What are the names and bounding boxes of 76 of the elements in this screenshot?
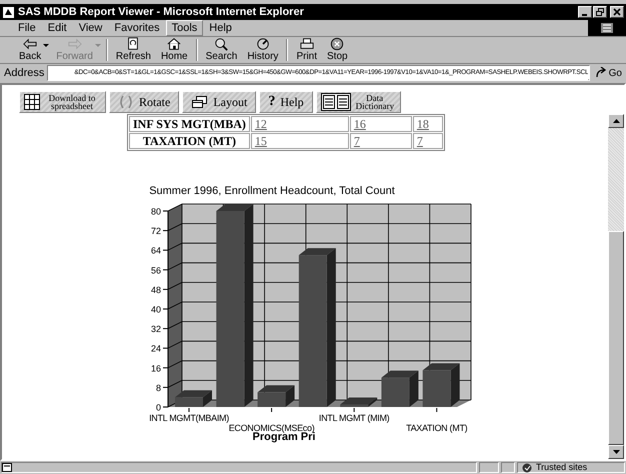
home-button[interactable]: Home (156, 37, 193, 63)
y-tick-label: 48 (150, 284, 161, 295)
y-tick-label: 64 (150, 246, 161, 256)
menu-item[interactable]: View (72, 20, 108, 36)
bar (381, 378, 410, 407)
rotate-button[interactable]: Rotate (109, 90, 180, 112)
check-icon (522, 462, 532, 472)
restore-button[interactable] (593, 6, 607, 18)
menu-item[interactable]: Edit (42, 20, 73, 36)
grid-icon (24, 94, 40, 110)
forward-arrow-icon (66, 37, 84, 51)
y-tick-label: 80 (150, 206, 161, 216)
printer-icon (298, 37, 316, 51)
print-button[interactable]: Print (291, 37, 322, 63)
back-button[interactable]: Back (14, 37, 46, 63)
spreadsheet-button[interactable]: Download to spreadsheet (19, 90, 106, 112)
y-tick-label: 0 (156, 402, 161, 412)
value-link[interactable]: 15 (254, 134, 267, 148)
book-icon (320, 92, 351, 110)
scroll-down-icon[interactable] (612, 450, 620, 454)
x-tick (436, 408, 438, 412)
menu-item[interactable]: Favorites (108, 20, 166, 36)
y-tick-label: 56 (150, 265, 161, 276)
menu-item[interactable]: Tools (166, 20, 204, 36)
x-tick (271, 408, 272, 412)
stop-button[interactable]: Stop (322, 37, 353, 63)
close-button[interactable] (610, 6, 624, 18)
x-tick (188, 408, 190, 412)
row-header: INF SYS MGT(MBA) (129, 116, 250, 132)
category-label: TAXATION (MT) (406, 423, 468, 433)
chart-title: Summer 1996, Enrollment Headcount, Total Count (149, 185, 395, 197)
y-tick-label: 16 (150, 363, 161, 374)
scroll-up-icon[interactable] (612, 119, 620, 123)
y-tick-label: 40 (150, 304, 161, 314)
history-button[interactable]: History (242, 37, 284, 63)
go-arrow-icon (594, 67, 607, 79)
minimize-button[interactable] (578, 6, 592, 18)
close-icon (613, 8, 621, 16)
windows-icon (191, 94, 208, 108)
rotate-icon (118, 94, 134, 110)
row-header: TAXATION (MT) (129, 133, 250, 149)
x-tick (354, 408, 355, 412)
y-tick-label: 32 (150, 324, 161, 334)
category-label: ECONOMICS(MSEco) (228, 423, 314, 433)
page-icon (2, 463, 12, 472)
value-link[interactable]: 16 (354, 117, 366, 131)
security-zone: Trusted sites (517, 462, 625, 473)
category-label: INTL MGMT(MBAIM) (149, 413, 229, 423)
restore-icon (596, 8, 604, 16)
menu-item[interactable]: File (12, 20, 42, 36)
help-button[interactable]: ? Help (259, 90, 313, 112)
refresh-button[interactable]: Refresh (110, 37, 156, 63)
dropdown-arrow-icon[interactable] (43, 44, 50, 48)
address-label: Address (4, 66, 44, 81)
value-link[interactable]: 12 (254, 117, 267, 131)
logo-icon (600, 22, 614, 34)
category-label: INTL MGMT (MIM) (318, 413, 390, 423)
scrollbar[interactable] (608, 114, 624, 459)
y-tick-label: 24 (150, 344, 161, 354)
back-arrow-icon (21, 37, 40, 51)
value-link[interactable]: 7 (416, 134, 423, 148)
search-button[interactable]: Search (200, 37, 242, 63)
dictionary-button[interactable]: Data Dictionary (316, 90, 401, 112)
bar (175, 397, 203, 407)
y-tick-label: 72 (150, 226, 161, 236)
layout-button[interactable]: Layout (182, 90, 256, 112)
bar (258, 392, 286, 407)
menu-item[interactable]: Help (203, 20, 238, 36)
bar (340, 404, 368, 407)
value-link[interactable]: 7 (354, 134, 360, 148)
home-icon (165, 37, 184, 51)
go-button[interactable]: Go (592, 66, 624, 80)
x-axis-title: Program Pri (252, 431, 316, 443)
y-tick-label: 8 (156, 382, 161, 393)
window-title: SAS MDDB Report Viewer - Microsoft Internet Explorer (18, 4, 304, 20)
bar (422, 370, 451, 407)
